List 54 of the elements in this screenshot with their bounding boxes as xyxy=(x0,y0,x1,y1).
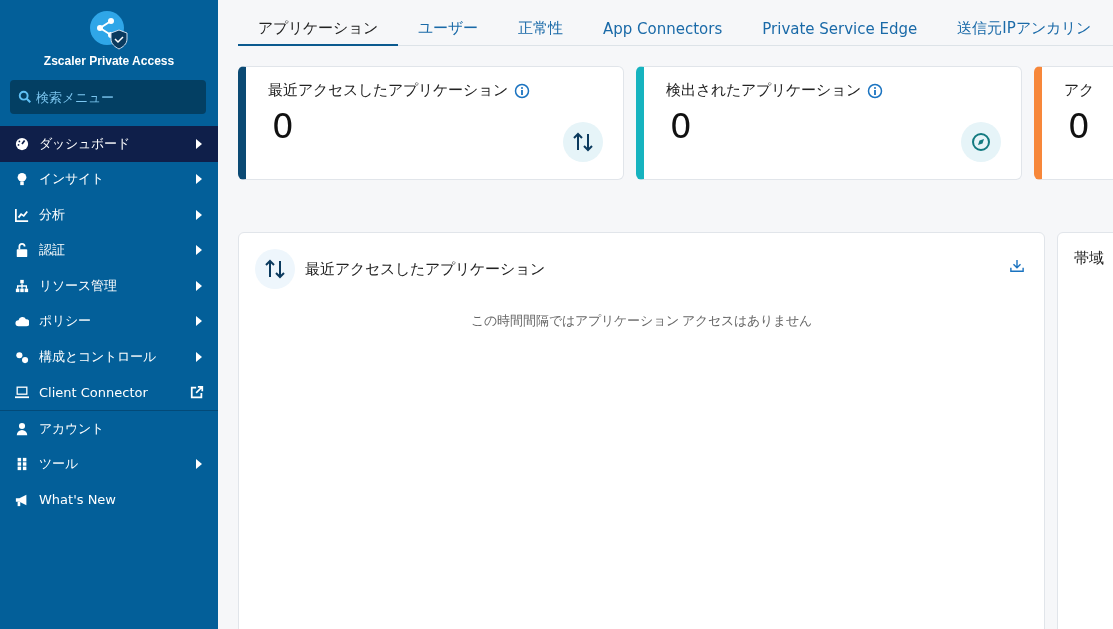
lock-icon xyxy=(15,243,29,258)
caret-icon xyxy=(196,209,202,220)
info-icon[interactable] xyxy=(514,82,530,99)
sitemap-icon xyxy=(15,278,29,293)
up-down-arrows-icon xyxy=(255,249,295,289)
compass-icon xyxy=(961,122,1001,162)
card-title: 最近アクセスしたアプリケーション xyxy=(268,81,508,100)
card-title: アク xyxy=(1064,81,1094,100)
lightbulb-icon xyxy=(15,172,29,187)
panel-title: 最近アクセスしたアプリケーション xyxy=(305,259,546,279)
stat-value: 0 xyxy=(670,106,692,146)
stat-value: 0 xyxy=(272,106,294,146)
caret-icon xyxy=(196,351,202,362)
menu-item[interactable]: What's New xyxy=(0,482,218,518)
menu-item[interactable]: ポリシー xyxy=(0,303,218,339)
product-name: Zscaler Private Access xyxy=(43,54,175,68)
caret-icon xyxy=(196,316,202,327)
caret-icon xyxy=(196,459,202,470)
menu-item[interactable]: アカウント xyxy=(0,411,218,447)
menu-item[interactable]: Client Connector xyxy=(0,374,218,410)
gauge-icon xyxy=(15,136,29,151)
menu-item[interactable]: 認証 xyxy=(0,232,218,268)
cloud-icon xyxy=(15,314,29,329)
chart-icon xyxy=(15,207,29,222)
external-link-icon xyxy=(190,385,204,400)
stat-value: 0 xyxy=(1068,106,1090,146)
up-down-arrows-icon xyxy=(563,122,603,162)
laptop-icon xyxy=(15,385,29,400)
menu-item[interactable]: 分析 xyxy=(0,197,218,233)
search-field[interactable]: 検索メニュー xyxy=(10,80,206,114)
grid-icon xyxy=(15,457,29,472)
menu-item[interactable]: ツール xyxy=(0,446,218,482)
tab[interactable]: 送信元IPアンカリン xyxy=(937,19,1111,46)
menu-item[interactable]: 構成とコントロール xyxy=(0,339,218,375)
card-title: 検出されたアプリケーション xyxy=(666,81,861,100)
empty-message: この時間間隔ではアプリケーション アクセスはありません xyxy=(469,313,814,330)
caret-icon xyxy=(196,174,202,185)
menu-item[interactable]: リソース管理 xyxy=(0,268,218,304)
caret-icon xyxy=(196,138,202,149)
download-icon[interactable] xyxy=(1010,259,1024,273)
menu-item[interactable]: ダッシュボード xyxy=(0,126,218,162)
caret-icon xyxy=(196,245,202,256)
tab[interactable]: 正常性 xyxy=(498,19,583,46)
panel-title: 帯域 xyxy=(1074,249,1105,268)
tab[interactable]: アプリケーション xyxy=(238,19,398,46)
menu-item[interactable]: インサイト xyxy=(0,161,218,197)
caret-icon xyxy=(196,280,202,291)
user-icon xyxy=(15,421,29,436)
logo-icon xyxy=(89,10,129,50)
tab[interactable]: App Connectors xyxy=(583,20,743,46)
tab[interactable]: Private Service Edge xyxy=(742,20,938,46)
megaphone-icon xyxy=(15,492,29,507)
info-icon[interactable] xyxy=(867,82,883,99)
tab[interactable]: ユーザー xyxy=(398,19,498,46)
